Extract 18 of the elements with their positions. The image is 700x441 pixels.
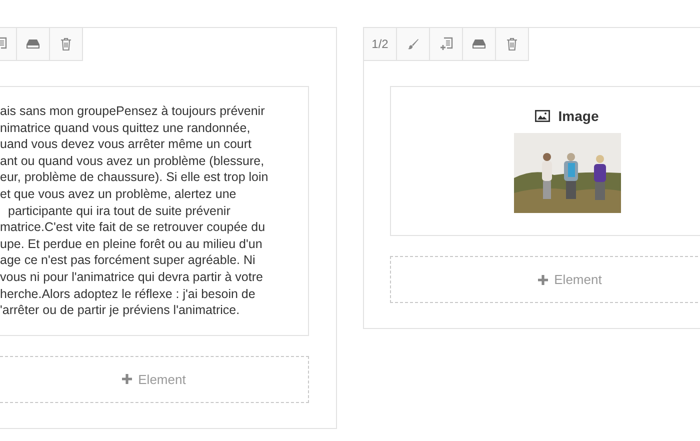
text-line: upe. Et perdue en pleine forêt ou au milieu d'un xyxy=(0,236,264,252)
text-line: ant ou quand vous avez un problème (blessure, xyxy=(0,152,266,170)
text-line: et que vous avez un problème, alertez une xyxy=(0,186,238,203)
block-title: Image xyxy=(558,108,599,124)
text-line: age ce n'est pas forcément super agréable. Ni xyxy=(0,252,256,269)
text-line: nimatrice quand vous quittez une randonnée, xyxy=(0,120,252,136)
text-line: 'arrêter ou de partir je préviens l'animatrice. xyxy=(0,302,241,319)
add-element-button[interactable]: Element xyxy=(390,256,700,303)
text-line: matrice.C'est vite fait de se retrouver coupée du xyxy=(0,219,266,236)
text-line: uand vous devez vous arrêter même un court xyxy=(0,136,253,153)
text-line: herche.Alors adoptez le réflexe : j'ai besoin de xyxy=(0,286,256,302)
text-line: vous ni pour l'animatrice qui devra partir à votre xyxy=(0,268,264,286)
image-block[interactable]: Image xyxy=(390,86,700,236)
text-line: eur, problème de chaussure). Si elle est trop loin xyxy=(0,169,270,186)
add-element-button[interactable]: Element xyxy=(0,356,309,403)
page-counter[interactable]: 1/2 xyxy=(363,27,397,61)
text-line: participante qui ira tout de suite prévenir xyxy=(7,202,232,220)
text-line: ais sans mon groupePensez à toujours prévenir xyxy=(0,103,266,120)
